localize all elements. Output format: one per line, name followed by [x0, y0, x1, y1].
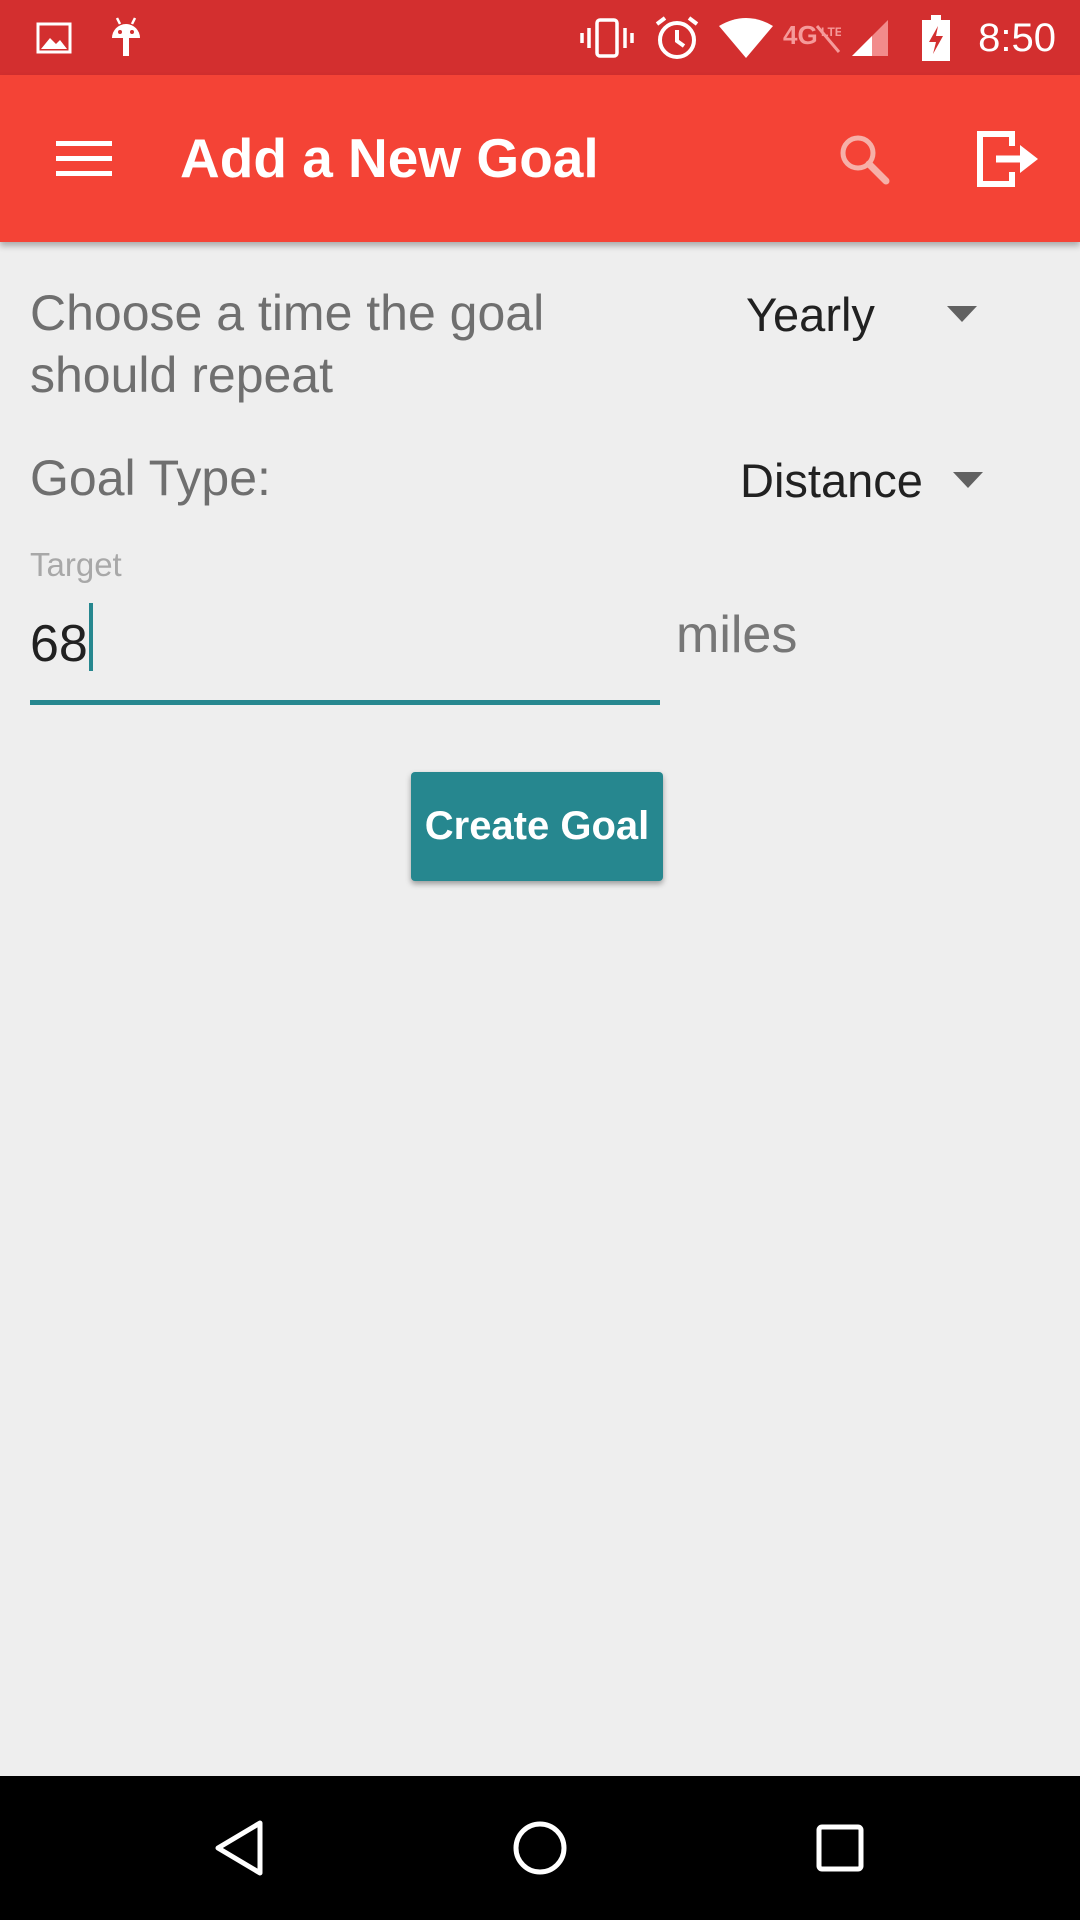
back-icon	[215, 1820, 263, 1876]
repeat-spinner[interactable]: Yearly	[746, 284, 977, 344]
battery-charging-icon	[916, 0, 956, 75]
target-input[interactable]: 68	[30, 595, 660, 705]
home-icon	[513, 1821, 567, 1875]
navigation-bar	[0, 1776, 1080, 1920]
recents-icon	[816, 1824, 864, 1872]
dropdown-arrow-icon	[952, 472, 983, 488]
menu-button[interactable]	[40, 115, 128, 203]
home-button[interactable]	[490, 1798, 590, 1898]
logout-icon	[977, 131, 1038, 187]
text-cursor	[89, 603, 93, 671]
goal-type-label: Goal Type:	[30, 450, 271, 506]
search-button[interactable]	[820, 115, 908, 203]
lte-icon: 4G LTE	[780, 0, 842, 75]
logout-button[interactable]	[964, 115, 1052, 203]
app-bar: Add a New Goal	[0, 75, 1080, 242]
svg-text:4G: 4G	[783, 20, 818, 50]
goal-type-value: Distance	[740, 453, 923, 507]
target-value: 68	[30, 615, 88, 673]
android-icon	[106, 0, 146, 75]
unit-label: miles	[676, 606, 798, 664]
goal-type-spinner[interactable]: Distance	[740, 450, 983, 510]
search-icon	[840, 135, 890, 185]
status-bar: 4G LTE 8:50	[0, 0, 1080, 75]
recents-button[interactable]	[790, 1798, 890, 1898]
alarm-icon	[652, 0, 702, 75]
back-button[interactable]	[190, 1798, 290, 1898]
status-time: 8:50	[978, 16, 1056, 60]
menu-icon	[56, 141, 112, 176]
target-hint: Target	[30, 546, 122, 583]
vibrate-icon	[578, 0, 636, 75]
create-goal-button[interactable]: Create Goal	[411, 772, 663, 881]
wifi-icon	[716, 0, 776, 75]
image-icon	[34, 0, 74, 75]
page-title: Add a New Goal	[180, 127, 599, 189]
dropdown-arrow-icon	[946, 306, 977, 322]
repeat-value: Yearly	[746, 287, 875, 341]
signal-icon	[848, 0, 892, 75]
repeat-label: Choose a time the goal should repeat	[30, 285, 545, 403]
